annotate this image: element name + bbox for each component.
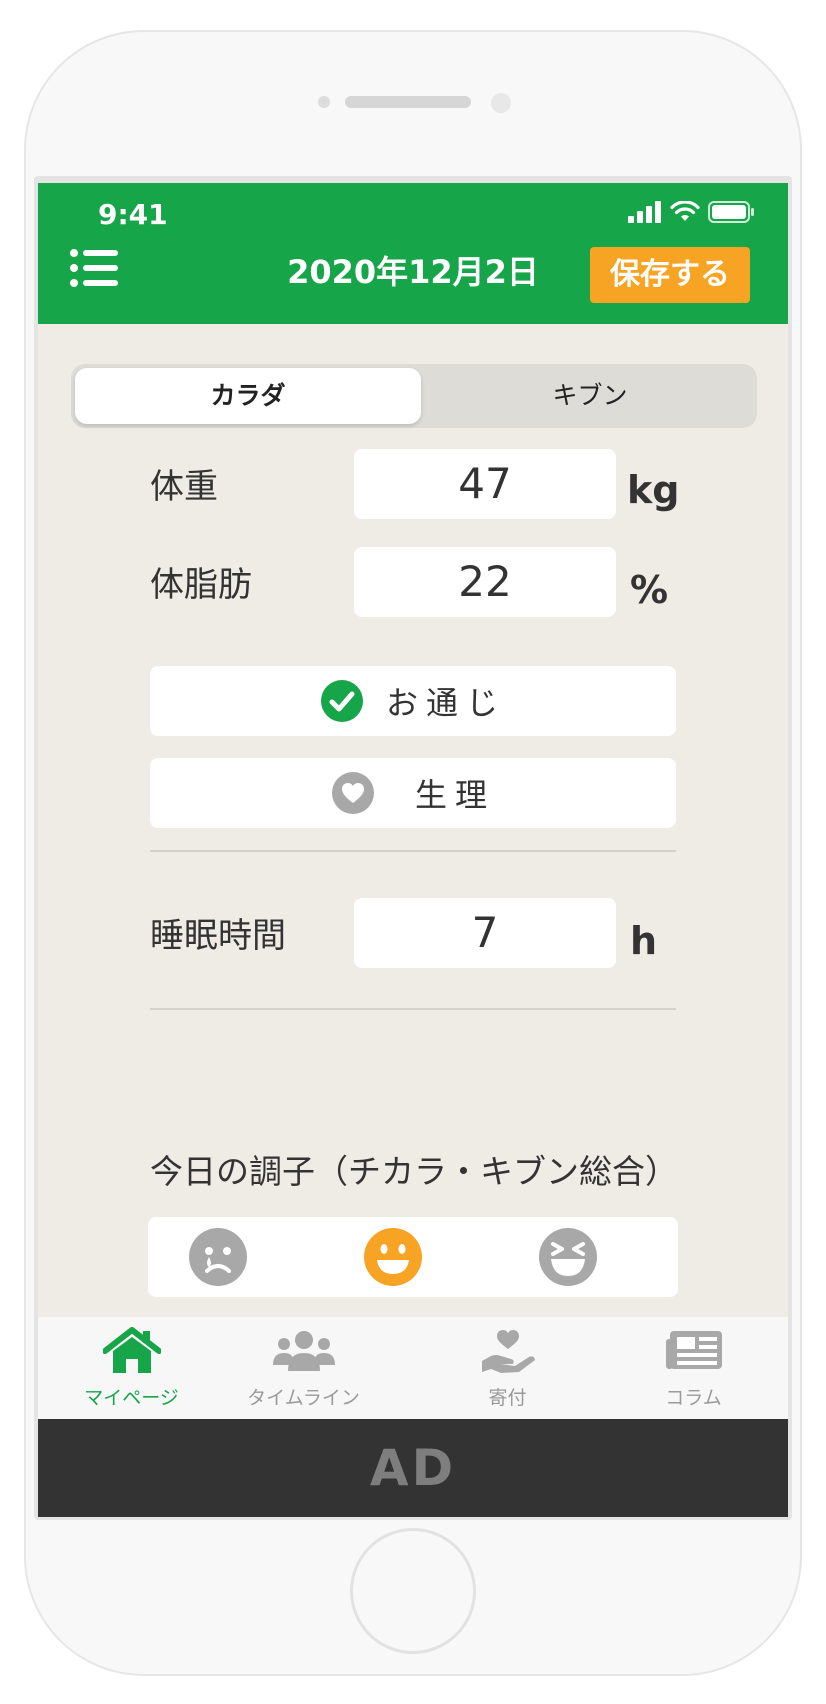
period-label: 生理 (414, 776, 495, 814)
tab-karada[interactable]: カラダ (75, 368, 421, 424)
home-button[interactable] (350, 1528, 476, 1654)
bowel-label: お通じ (385, 684, 506, 722)
body-fat-unit: % (630, 568, 669, 612)
tab-timeline[interactable]: タイムライン (210, 1327, 397, 1410)
happy-face-icon[interactable] (363, 1227, 423, 1287)
front-camera (491, 93, 511, 113)
tab-label: マイページ (84, 1387, 179, 1409)
heart-circle-icon (331, 772, 374, 814)
wifi-icon (670, 201, 700, 221)
divider (150, 850, 676, 852)
users-icon (272, 1331, 335, 1371)
tab-label: 寄付 (488, 1387, 527, 1409)
sleep-input[interactable]: 7 (354, 898, 616, 968)
condition-title: 今日の調子（チカラ・キブン総合） (150, 1152, 678, 1191)
check-circle-icon (320, 680, 363, 722)
tab-kibun[interactable]: キブン (423, 368, 757, 424)
body-fat-label: 体脂肪 (150, 565, 252, 605)
weight-input[interactable]: 47 (354, 449, 616, 519)
sleep-label: 睡眠時間 (150, 916, 286, 956)
tab-bar: マイページ タイムライン 寄付 コラム (38, 1317, 788, 1419)
sleep-unit: h (630, 919, 658, 963)
weight-label: 体重 (150, 467, 218, 507)
status-time: 9:41 (98, 198, 168, 231)
tab-donate[interactable]: 寄付 (414, 1327, 601, 1410)
tab-label: タイムライン (247, 1387, 360, 1409)
sad-face-icon[interactable] (188, 1227, 248, 1287)
bowel-toggle[interactable]: お通じ (150, 666, 676, 736)
period-toggle[interactable]: 生理 (150, 758, 676, 828)
app-screen: 9:41 2020年12月2日 保存する カラダ キブン 体重 47 kg 体脂… (38, 183, 788, 1517)
tab-column[interactable]: コラム (600, 1327, 787, 1410)
ad-banner[interactable]: AD (38, 1419, 788, 1517)
weight-unit: kg (627, 468, 680, 512)
laughing-face-icon[interactable] (538, 1227, 598, 1287)
tab-label: コラム (665, 1387, 722, 1409)
tab-mypage[interactable]: マイページ (38, 1327, 225, 1410)
newspaper-icon (665, 1331, 722, 1369)
status-icons (628, 201, 754, 223)
mood-selector (148, 1217, 678, 1297)
donate-icon (481, 1330, 535, 1373)
camera-dot (318, 96, 330, 108)
home-icon (101, 1327, 162, 1373)
save-button[interactable]: 保存する (590, 247, 750, 303)
app-header: 9:41 2020年12月2日 保存する (38, 183, 788, 324)
signal-icon (628, 201, 661, 223)
divider (150, 1008, 676, 1010)
segment-control: カラダ キブン (71, 364, 757, 428)
speaker-grille (345, 96, 471, 108)
battery-icon (708, 201, 754, 223)
body-fat-input[interactable]: 22 (354, 547, 616, 617)
